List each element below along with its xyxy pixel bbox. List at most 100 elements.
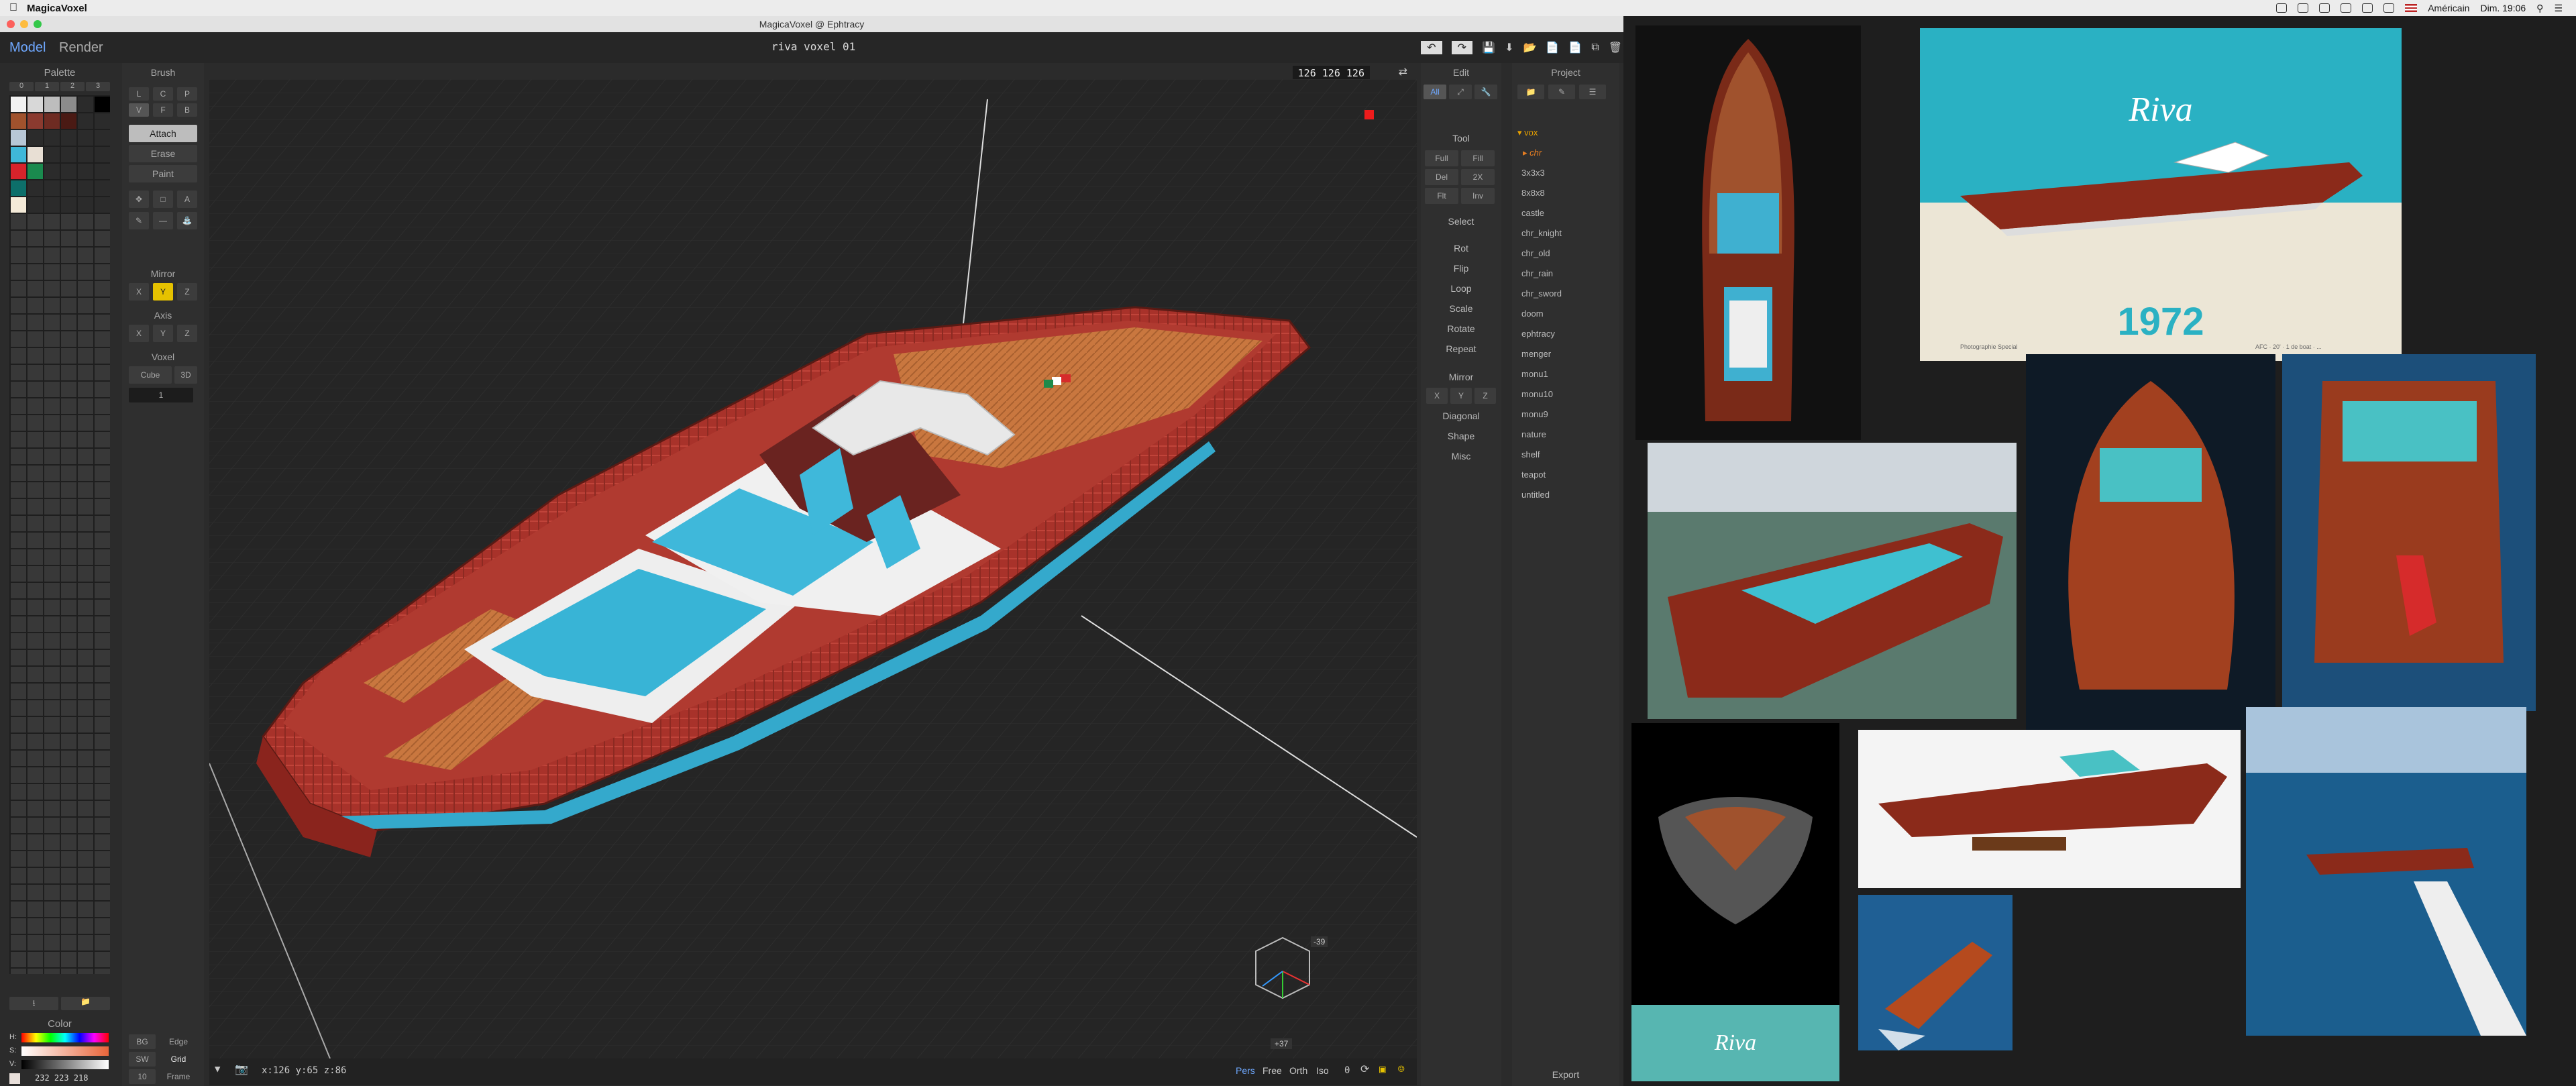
model-dimensions[interactable]: 126 126 126 (1292, 66, 1370, 80)
camera-pers[interactable]: Pers (1236, 1065, 1255, 1076)
brush-axis-z[interactable]: Z (177, 325, 197, 342)
palette-swatch[interactable] (61, 147, 76, 162)
project-file-item[interactable]: nature (1521, 429, 1546, 439)
brush-mirror-y[interactable]: Y (153, 283, 173, 301)
brush-icon[interactable]: ✎ (1548, 85, 1575, 99)
palette-swatch[interactable] (61, 130, 76, 146)
palette-swatch[interactable] (61, 113, 76, 129)
reference-photo-harbour[interactable] (1648, 443, 2017, 719)
folder-vox[interactable]: ▾ vox (1517, 127, 1538, 138)
dropbox-icon[interactable] (2276, 3, 2288, 13)
expand-icon[interactable]: ⤢ (1449, 85, 1472, 99)
project-file-item[interactable]: monu1 (1521, 369, 1548, 379)
op-repeat[interactable]: Repeat (1421, 343, 1501, 354)
palette-swatch[interactable] (78, 130, 93, 146)
palette-swatch[interactable] (95, 197, 110, 213)
camera-free[interactable]: Free (1263, 1065, 1282, 1076)
trash-icon[interactable]: 🗑 (1609, 41, 1622, 54)
edit-mirror-z[interactable]: Z (1474, 388, 1496, 404)
file-current[interactable]: ▸ chr (1523, 148, 1542, 158)
palette-swatch[interactable] (78, 113, 93, 129)
swap-icon[interactable]: ⇄ (1399, 65, 1407, 78)
value-slider[interactable] (21, 1060, 109, 1069)
voxel-3d-button[interactable]: 3D (174, 366, 197, 384)
menu-list-icon[interactable]: ☰ (2554, 3, 2563, 14)
project-file-item[interactable]: untitled (1521, 490, 1550, 500)
search-icon[interactable]: ⚲ (2536, 3, 2543, 14)
palette-swatch[interactable] (44, 180, 60, 196)
palette-swatch[interactable] (61, 164, 76, 179)
reference-photo-bow-logo[interactable]: Riva (1631, 723, 1839, 1081)
reference-photo-sea-dock[interactable] (2246, 707, 2526, 1036)
cloud-icon[interactable] (2298, 3, 2309, 13)
project-file-item[interactable]: monu10 (1521, 389, 1553, 399)
filter-all[interactable]: All (1424, 85, 1446, 99)
palette-swatch[interactable] (28, 97, 43, 112)
edge-toggle[interactable]: Edge (160, 1034, 197, 1049)
battery-icon[interactable] (2383, 3, 2395, 13)
open-folder-icon[interactable]: 📂 (1523, 41, 1536, 54)
op-loop[interactable]: Loop (1421, 283, 1501, 294)
project-file-item[interactable]: chr_rain (1521, 268, 1553, 278)
palette-swatch[interactable] (11, 130, 26, 146)
bucket-icon[interactable]: ⛲ (177, 212, 197, 229)
tool-flt[interactable]: Flt (1425, 188, 1458, 204)
list-icon[interactable]: ☰ (1579, 85, 1606, 99)
palette-tab-2[interactable]: 2 (60, 82, 85, 91)
tab-model[interactable]: Model (9, 40, 46, 56)
palette-swatch[interactable] (95, 97, 110, 112)
project-file-item[interactable]: shelf (1521, 449, 1540, 459)
brush-axis-y[interactable]: Y (153, 325, 173, 342)
hue-slider[interactable] (21, 1033, 109, 1042)
palette-swatch[interactable] (28, 113, 43, 129)
edit-mirror-y[interactable]: Y (1450, 388, 1472, 404)
reference-poster-1972[interactable]: Riva 1972 Photographie Special AFC · 20'… (1920, 28, 2402, 361)
palette-swatch[interactable] (44, 164, 60, 179)
tool-2x[interactable]: 2X (1461, 169, 1495, 185)
project-file-item[interactable]: teapot (1521, 470, 1546, 480)
sw-button[interactable]: SW (129, 1052, 156, 1067)
palette-swatch[interactable] (11, 180, 26, 196)
reference-photo-speeding[interactable] (1858, 895, 2012, 1050)
rgb-value[interactable]: 232 223 218 (35, 1073, 88, 1083)
project-file-item[interactable]: monu9 (1521, 409, 1548, 419)
palette-swatch[interactable] (95, 164, 110, 179)
project-file-item[interactable]: chr_old (1521, 248, 1550, 258)
camera-orth[interactable]: Orth (1289, 1065, 1307, 1076)
palette-swatch[interactable] (28, 147, 43, 162)
timemachine-icon[interactable] (2319, 3, 2330, 13)
reference-photo-model-side[interactable] (1858, 730, 2241, 888)
move-icon[interactable]: ✥ (129, 191, 149, 208)
palette-swatch[interactable] (44, 130, 60, 146)
voxel-scene[interactable] (209, 79, 1417, 1058)
palette-swatch[interactable] (78, 197, 93, 213)
redo-icon[interactable]: ↷ (1451, 41, 1473, 54)
menubar-clock[interactable]: Dim. 19:06 (2480, 3, 2526, 13)
palette-swatch[interactable] (61, 97, 76, 112)
tool-fill[interactable]: Fill (1461, 150, 1495, 166)
palette-tab-3[interactable]: 3 (86, 82, 110, 91)
save-icon[interactable]: 💾 (1482, 41, 1495, 54)
brush-mode-p[interactable]: P (177, 87, 197, 101)
voxel-size-input[interactable]: 1 (129, 388, 193, 402)
palette-swatch[interactable] (28, 180, 43, 196)
brush-mode-f[interactable]: F (153, 103, 173, 117)
palette-swatch[interactable] (11, 147, 26, 162)
op-rot[interactable]: Rot (1421, 243, 1501, 254)
misc-button[interactable]: Misc (1421, 451, 1501, 461)
brush-mode-v[interactable]: V (129, 103, 149, 117)
download-icon[interactable]: ⬇ (1505, 41, 1513, 54)
bg-button[interactable]: BG (129, 1034, 156, 1049)
frame-size-input[interactable]: 10 (129, 1069, 156, 1084)
palette-swatch[interactable] (61, 180, 76, 196)
palette-swatch[interactable] (95, 147, 110, 162)
tool-full[interactable]: Full (1425, 150, 1458, 166)
attach-button[interactable]: Attach (129, 125, 197, 142)
brush-mode-l[interactable]: L (129, 87, 149, 101)
wrench-icon[interactable]: 🔧 (1474, 85, 1497, 99)
folder-icon[interactable]: 📁 (1517, 85, 1544, 99)
select-button[interactable]: Select (1421, 216, 1501, 227)
keyboard-flag-icon[interactable] (2405, 4, 2418, 12)
project-file-item[interactable]: ephtracy (1521, 329, 1555, 339)
camera-iso[interactable]: Iso (1316, 1065, 1329, 1076)
